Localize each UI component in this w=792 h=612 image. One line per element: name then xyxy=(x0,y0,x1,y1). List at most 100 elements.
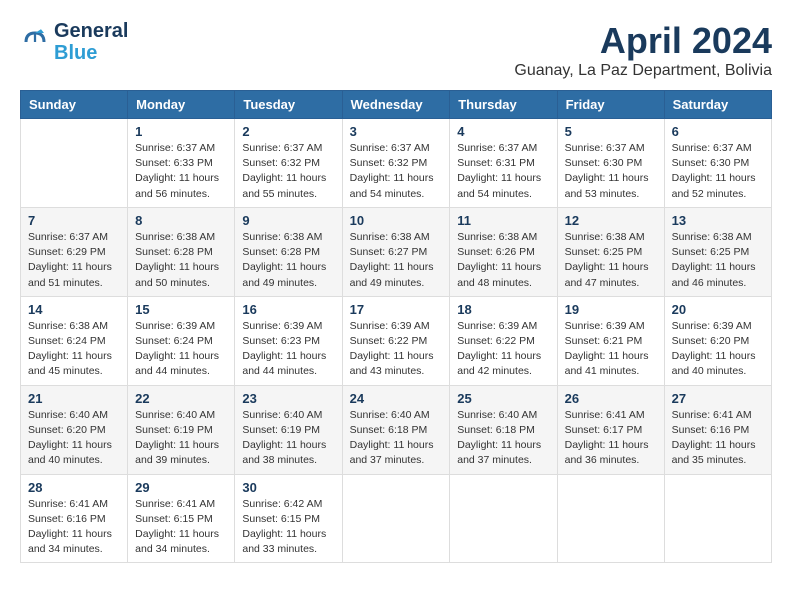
month-title: April 2024 xyxy=(514,20,772,62)
col-header-wednesday: Wednesday xyxy=(342,91,450,119)
day-info: Sunrise: 6:41 AMSunset: 6:15 PMDaylight:… xyxy=(135,497,227,558)
col-header-sunday: Sunday xyxy=(21,91,128,119)
col-header-saturday: Saturday xyxy=(664,91,771,119)
calendar-cell: 8 Sunrise: 6:38 AMSunset: 6:28 PMDaylight… xyxy=(128,207,235,296)
day-info: Sunrise: 6:39 AMSunset: 6:20 PMDaylight:… xyxy=(672,319,764,380)
day-number: 21 xyxy=(28,391,120,406)
col-header-thursday: Thursday xyxy=(450,91,557,119)
day-info: Sunrise: 6:39 AMSunset: 6:21 PMDaylight:… xyxy=(565,319,657,380)
location-title: Guanay, La Paz Department, Bolivia xyxy=(514,62,772,80)
calendar-cell: 20 Sunrise: 6:39 AMSunset: 6:20 PMDayligh… xyxy=(664,296,771,385)
day-number: 5 xyxy=(565,124,657,139)
page-header: General Blue April 2024 Guanay, La Paz D… xyxy=(20,20,772,80)
day-info: Sunrise: 6:40 AMSunset: 6:19 PMDaylight:… xyxy=(135,408,227,469)
calendar-cell: 18 Sunrise: 6:39 AMSunset: 6:22 PMDayligh… xyxy=(450,296,557,385)
day-number: 16 xyxy=(242,302,334,317)
day-info: Sunrise: 6:39 AMSunset: 6:23 PMDaylight:… xyxy=(242,319,334,380)
day-number: 7 xyxy=(28,213,120,228)
calendar-cell: 27 Sunrise: 6:41 AMSunset: 6:16 PMDayligh… xyxy=(664,385,771,474)
day-number: 23 xyxy=(242,391,334,406)
logo: General Blue xyxy=(20,20,128,64)
calendar-cell: 19 Sunrise: 6:39 AMSunset: 6:21 PMDayligh… xyxy=(557,296,664,385)
calendar-week-4: 21 Sunrise: 6:40 AMSunset: 6:20 PMDayligh… xyxy=(21,385,772,474)
calendar-cell: 5 Sunrise: 6:37 AMSunset: 6:30 PMDaylight… xyxy=(557,119,664,208)
calendar-cell: 17 Sunrise: 6:39 AMSunset: 6:22 PMDayligh… xyxy=(342,296,450,385)
calendar-cell xyxy=(664,474,771,563)
calendar-cell: 30 Sunrise: 6:42 AMSunset: 6:15 PMDayligh… xyxy=(235,474,342,563)
day-number: 12 xyxy=(565,213,657,228)
day-number: 28 xyxy=(28,480,120,495)
day-number: 27 xyxy=(672,391,764,406)
calendar-header-row: SundayMondayTuesdayWednesdayThursdayFrid… xyxy=(21,91,772,119)
calendar-cell: 3Sunrise: 6:37 AMSunset: 6:32 PMDaylight… xyxy=(342,119,450,208)
day-number: 29 xyxy=(135,480,227,495)
day-number: 20 xyxy=(672,302,764,317)
day-info: Sunrise: 6:38 AMSunset: 6:28 PMDaylight:… xyxy=(135,230,227,291)
day-number: 24 xyxy=(350,391,443,406)
logo-icon xyxy=(20,27,50,57)
day-info: Sunrise: 6:40 AMSunset: 6:20 PMDaylight:… xyxy=(28,408,120,469)
calendar-cell: 26Sunrise: 6:41 AMSunset: 6:17 PMDayligh… xyxy=(557,385,664,474)
day-info: Sunrise: 6:41 AMSunset: 6:16 PMDaylight:… xyxy=(28,497,120,558)
calendar-cell: 11Sunrise: 6:38 AMSunset: 6:26 PMDayligh… xyxy=(450,207,557,296)
calendar-week-5: 28 Sunrise: 6:41 AMSunset: 6:16 PMDayligh… xyxy=(21,474,772,563)
calendar-cell: 7 Sunrise: 6:37 AMSunset: 6:29 PMDaylight… xyxy=(21,207,128,296)
day-number: 2 xyxy=(242,124,334,139)
day-number: 9 xyxy=(242,213,334,228)
day-info: Sunrise: 6:38 AMSunset: 6:27 PMDaylight:… xyxy=(350,230,443,291)
calendar-cell: 1 Sunrise: 6:37 AMSunset: 6:33 PMDaylight… xyxy=(128,119,235,208)
calendar-cell: 25 Sunrise: 6:40 AMSunset: 6:18 PMDayligh… xyxy=(450,385,557,474)
calendar-cell: 12 Sunrise: 6:38 AMSunset: 6:25 PMDayligh… xyxy=(557,207,664,296)
day-info: Sunrise: 6:38 AMSunset: 6:25 PMDaylight:… xyxy=(565,230,657,291)
day-number: 18 xyxy=(457,302,549,317)
calendar-cell: 24 Sunrise: 6:40 AMSunset: 6:18 PMDayligh… xyxy=(342,385,450,474)
day-number: 6 xyxy=(672,124,764,139)
calendar-cell: 23 Sunrise: 6:40 AMSunset: 6:19 PMDayligh… xyxy=(235,385,342,474)
day-info: Sunrise: 6:40 AMSunset: 6:19 PMDaylight:… xyxy=(242,408,334,469)
calendar-cell: 15Sunrise: 6:39 AMSunset: 6:24 PMDayligh… xyxy=(128,296,235,385)
logo-line2: Blue xyxy=(54,42,128,64)
day-number: 26 xyxy=(565,391,657,406)
calendar-cell xyxy=(21,119,128,208)
calendar-week-1: 1 Sunrise: 6:37 AMSunset: 6:33 PMDaylight… xyxy=(21,119,772,208)
day-info: Sunrise: 6:39 AMSunset: 6:22 PMDaylight:… xyxy=(457,319,549,380)
day-number: 8 xyxy=(135,213,227,228)
col-header-friday: Friday xyxy=(557,91,664,119)
calendar-cell: 14Sunrise: 6:38 AMSunset: 6:24 PMDayligh… xyxy=(21,296,128,385)
day-info: Sunrise: 6:37 AMSunset: 6:33 PMDaylight:… xyxy=(135,141,227,202)
day-info: Sunrise: 6:37 AMSunset: 6:30 PMDaylight:… xyxy=(672,141,764,202)
day-info: Sunrise: 6:41 AMSunset: 6:16 PMDaylight:… xyxy=(672,408,764,469)
day-info: Sunrise: 6:37 AMSunset: 6:32 PMDaylight:… xyxy=(350,141,443,202)
day-number: 1 xyxy=(135,124,227,139)
day-info: Sunrise: 6:38 AMSunset: 6:26 PMDaylight:… xyxy=(457,230,549,291)
calendar-cell: 4 Sunrise: 6:37 AMSunset: 6:31 PMDaylight… xyxy=(450,119,557,208)
title-block: April 2024 Guanay, La Paz Department, Bo… xyxy=(514,20,772,80)
calendar-cell xyxy=(557,474,664,563)
day-number: 14 xyxy=(28,302,120,317)
calendar-cell xyxy=(450,474,557,563)
day-number: 13 xyxy=(672,213,764,228)
calendar-cell: 22 Sunrise: 6:40 AMSunset: 6:19 PMDayligh… xyxy=(128,385,235,474)
calendar-cell: 28 Sunrise: 6:41 AMSunset: 6:16 PMDayligh… xyxy=(21,474,128,563)
day-info: Sunrise: 6:37 AMSunset: 6:30 PMDaylight:… xyxy=(565,141,657,202)
day-info: Sunrise: 6:39 AMSunset: 6:22 PMDaylight:… xyxy=(350,319,443,380)
day-number: 19 xyxy=(565,302,657,317)
day-number: 17 xyxy=(350,302,443,317)
day-info: Sunrise: 6:37 AMSunset: 6:31 PMDaylight:… xyxy=(457,141,549,202)
day-info: Sunrise: 6:38 AMSunset: 6:28 PMDaylight:… xyxy=(242,230,334,291)
day-number: 25 xyxy=(457,391,549,406)
logo-line1: General xyxy=(54,20,128,42)
day-info: Sunrise: 6:40 AMSunset: 6:18 PMDaylight:… xyxy=(457,408,549,469)
logo-text-block: General Blue xyxy=(54,20,128,64)
day-info: Sunrise: 6:37 AMSunset: 6:29 PMDaylight:… xyxy=(28,230,120,291)
day-info: Sunrise: 6:40 AMSunset: 6:18 PMDaylight:… xyxy=(350,408,443,469)
col-header-tuesday: Tuesday xyxy=(235,91,342,119)
col-header-monday: Monday xyxy=(128,91,235,119)
calendar-week-3: 14Sunrise: 6:38 AMSunset: 6:24 PMDayligh… xyxy=(21,296,772,385)
day-info: Sunrise: 6:42 AMSunset: 6:15 PMDaylight:… xyxy=(242,497,334,558)
day-info: Sunrise: 6:38 AMSunset: 6:25 PMDaylight:… xyxy=(672,230,764,291)
day-number: 22 xyxy=(135,391,227,406)
day-number: 30 xyxy=(242,480,334,495)
calendar-table: SundayMondayTuesdayWednesdayThursdayFrid… xyxy=(20,90,772,563)
day-number: 4 xyxy=(457,124,549,139)
